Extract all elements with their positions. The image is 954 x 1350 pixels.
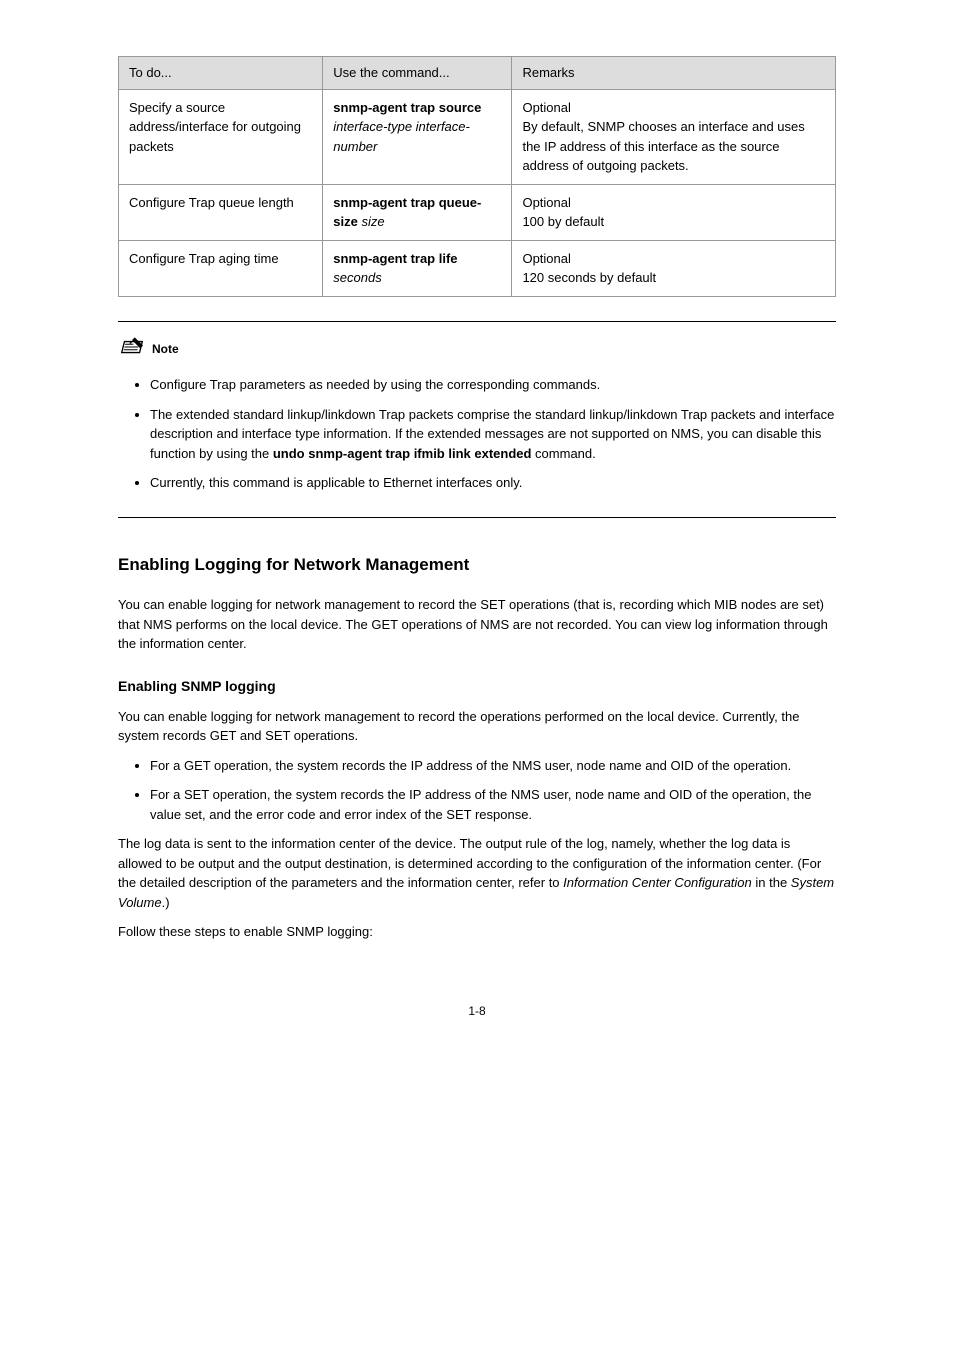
note-label: Note [152,340,179,358]
cmd-text: snmp-agent trap life [333,251,457,266]
note-text: command. [531,446,595,461]
cmd-text: snmp-agent trap queue-size [333,195,481,230]
col-header-remarks: Remarks [512,57,836,90]
note-header: Note [118,336,836,364]
note-block: Note Configure Trap parameters as needed… [118,321,836,518]
note-item: Configure Trap parameters as needed by u… [150,375,836,395]
table-row: Configure Trap aging time snmp-agent tra… [119,240,836,296]
col-header-command: Use the command... [323,57,512,90]
col-header-todo: To do... [119,57,323,90]
intro-paragraph: You can enable logging for network manag… [118,595,836,654]
cmd-arg: size [361,214,384,229]
list-item: For a SET operation, the system records … [150,785,836,824]
body-paragraph: You can enable logging for network manag… [118,707,836,746]
cell-command: snmp-agent trap source interface-type in… [323,89,512,184]
note-item: Currently, this command is applicable to… [150,473,836,493]
cmd-text: snmp-agent trap source [333,100,481,115]
ref-title: Information Center Configuration [563,875,752,890]
section-title: Enabling Logging for Network Management [118,552,836,578]
cell-command: snmp-agent trap life seconds [323,240,512,296]
body-paragraph: The log data is sent to the information … [118,834,836,912]
note-item: The extended standard linkup/linkdown Tr… [150,405,836,464]
cell-todo: Configure Trap aging time [119,240,323,296]
cell-remarks: Optional 100 by default [512,184,836,240]
op-list: For a GET operation, the system records … [118,756,836,825]
cmd-arg: seconds [333,270,381,285]
cell-command: snmp-agent trap queue-size size [323,184,512,240]
cmd-arg: interface-type interface-number [333,119,470,154]
list-item: For a GET operation, the system records … [150,756,836,776]
subsection-title: Enabling SNMP logging [118,676,836,697]
cell-remarks: Optional 120 seconds by default [512,240,836,296]
cell-remarks: Optional By default, SNMP chooses an int… [512,89,836,184]
cell-todo: Configure Trap queue length [119,184,323,240]
note-cmd: undo snmp-agent trap ifmib link extended [273,446,532,461]
para-text: .) [162,895,170,910]
table-row: Specify a source address/interface for o… [119,89,836,184]
table-header-row: To do... Use the command... Remarks [119,57,836,90]
table-caption: Follow these steps to enable SNMP loggin… [118,922,836,942]
para-text: in the [752,875,791,890]
cell-todo: Specify a source address/interface for o… [119,89,323,184]
table-row: Configure Trap queue length snmp-agent t… [119,184,836,240]
command-table: To do... Use the command... Remarks Spec… [118,56,836,297]
page-number: 1-8 [118,1002,836,1020]
note-list: Configure Trap parameters as needed by u… [118,375,836,493]
note-icon [118,336,146,364]
